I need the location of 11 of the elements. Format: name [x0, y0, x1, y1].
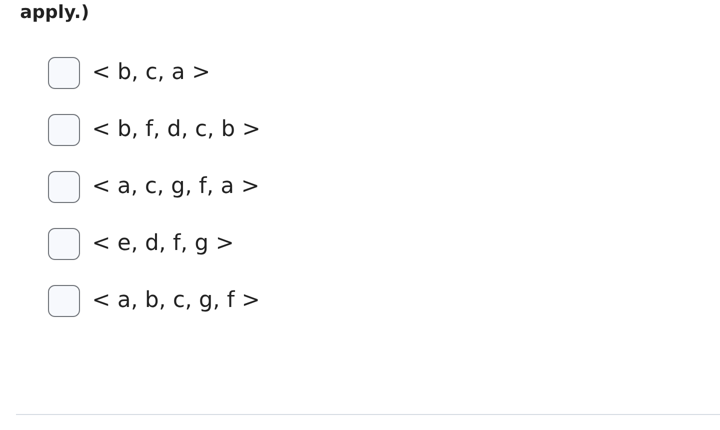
instruction-text: apply.)	[19, 1, 90, 25]
checkbox[interactable]	[48, 284, 80, 316]
checkbox[interactable]	[48, 56, 80, 88]
option-label: < a, c, g, f, a >	[92, 174, 260, 199]
option-label: < b, f, d, c, b >	[92, 117, 261, 142]
checkbox[interactable]	[48, 170, 80, 202]
option-label: < b, c, a >	[92, 60, 210, 85]
checkbox[interactable]	[48, 228, 80, 260]
option-label: < a, b, c, g, f >	[92, 288, 260, 313]
option-label: < e, d, f, g >	[92, 231, 234, 256]
checkbox[interactable]	[48, 114, 80, 146]
